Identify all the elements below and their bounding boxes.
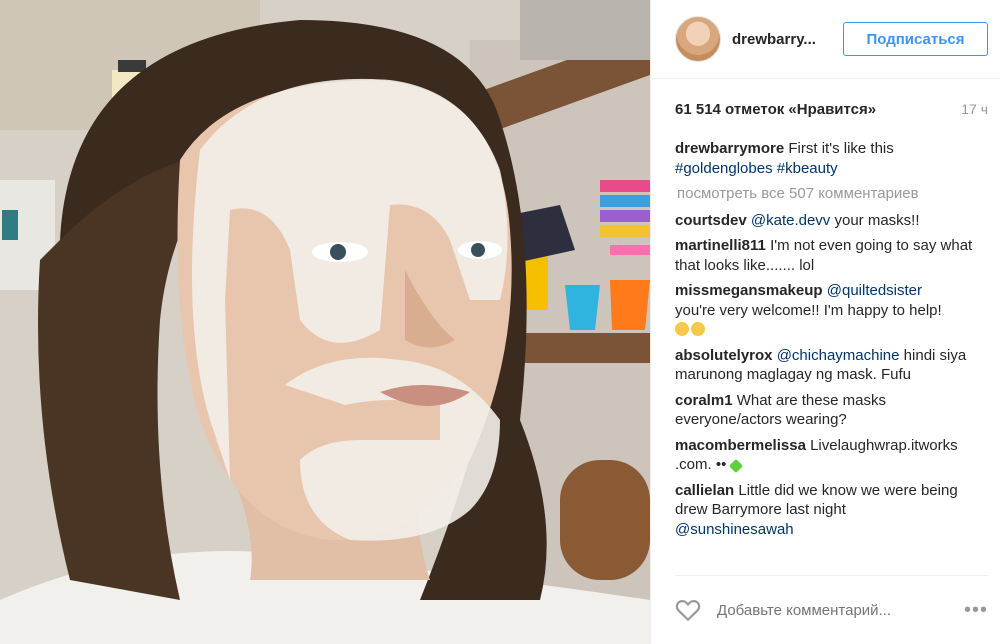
relieved-emoji-icon: [691, 322, 705, 336]
post-sidebar: drewbarry... Подписаться 61 514 отметок …: [650, 0, 1000, 644]
comment-user[interactable]: absolutelyrox: [675, 347, 773, 364]
comments-list: drewbarrymore First it's like this #gold…: [651, 139, 1000, 539]
post-modal: drewbarry... Подписаться 61 514 отметок …: [0, 0, 1000, 644]
post-header: drewbarry... Подписаться: [651, 0, 1000, 79]
comment-user[interactable]: courtsdev: [675, 212, 747, 229]
selfie-illustration: [0, 0, 650, 644]
caption: drewbarrymore First it's like this #gold…: [675, 139, 982, 178]
list-item: callielan Little did we know we were bei…: [675, 481, 982, 540]
mention-link[interactable]: @quiltedsister: [827, 282, 922, 299]
mention-link[interactable]: @kate.devv: [751, 212, 830, 229]
smile-emoji-icon: [675, 322, 689, 336]
comment-text: First it's like this: [788, 140, 894, 157]
view-all-comments-link[interactable]: посмотреть все 507 комментариев: [677, 184, 982, 204]
comment-user[interactable]: callielan: [675, 482, 734, 499]
heart-icon[interactable]: [675, 598, 701, 622]
likes-count[interactable]: 61 514 отметок «Нравится»: [675, 101, 876, 118]
follow-button[interactable]: Подписаться: [843, 22, 988, 56]
post-photo[interactable]: [0, 0, 650, 644]
list-item: coralm1 What are these masks everyone/ac…: [675, 391, 982, 430]
comment-text: your masks!!: [834, 211, 920, 229]
author-username[interactable]: drewbarry...: [732, 31, 843, 48]
list-item: martinelli811 I'm not even going to say …: [675, 236, 982, 275]
comment-text: you're very welcome!! I'm happy to help!: [675, 301, 942, 319]
list-item: absolutelyrox @chichaymachine hindi siya…: [675, 346, 982, 385]
list-item: macombermelissa Livelaughwrap.itworks .c…: [675, 436, 982, 475]
comment-user[interactable]: missmegansmakeup: [675, 282, 823, 299]
comment-user[interactable]: drewbarrymore: [675, 140, 784, 157]
list-item: courtsdev @kate.devv your masks!!: [675, 211, 982, 231]
more-options-icon[interactable]: •••: [964, 599, 988, 622]
hashtag-link[interactable]: #goldenglobes #kbeauty: [675, 160, 838, 177]
list-item: missmegansmakeup @quiltedsister you're v…: [675, 281, 982, 340]
comment-bar: •••: [675, 575, 988, 644]
mention-link[interactable]: @sunshinesawah: [675, 521, 794, 538]
mention-link[interactable]: @chichaymachine: [777, 347, 900, 364]
add-comment-input[interactable]: [715, 600, 964, 620]
avatar[interactable]: [675, 16, 721, 62]
comment-user[interactable]: martinelli811: [675, 237, 766, 254]
comment-user[interactable]: macombermelissa: [675, 437, 806, 454]
comment-user[interactable]: coralm1: [675, 392, 733, 409]
timestamp[interactable]: 17 ч: [961, 101, 988, 117]
post-meta: 61 514 отметок «Нравится» 17 ч: [651, 79, 1000, 139]
green-heart-icon: [728, 458, 743, 474]
